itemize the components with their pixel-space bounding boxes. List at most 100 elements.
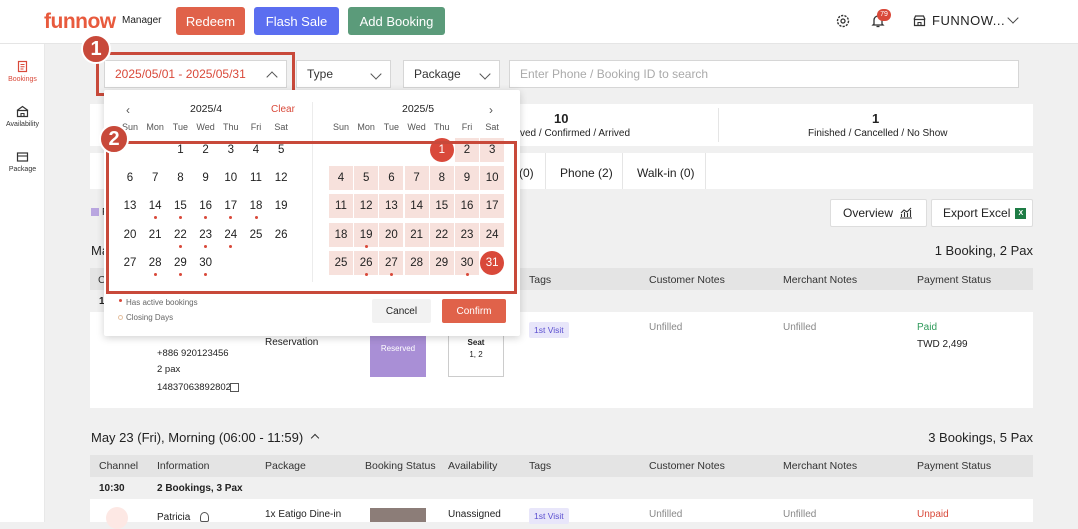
legend-active-label: Has active bookings	[126, 298, 198, 307]
callout-box-2	[106, 141, 517, 294]
package-name: 1x Eatigo Dine-in	[265, 509, 342, 520]
store-icon	[16, 105, 29, 118]
pax-count: 2 pax	[157, 364, 181, 375]
customer-name: Patricia	[157, 512, 191, 523]
legend-dot-closing	[118, 315, 123, 320]
package-icon	[16, 152, 29, 162]
column-header: Tags	[529, 460, 552, 472]
package-select-label: Package	[414, 67, 461, 81]
type-select[interactable]: Type	[296, 60, 391, 88]
customer-notes: Unfilled	[649, 322, 683, 333]
availability-status: Unassigned	[448, 509, 501, 520]
column-header: Availability	[448, 460, 498, 472]
bookings-icon	[17, 60, 28, 73]
sidebar-label: Package	[8, 166, 37, 173]
weekday-label: Wed	[407, 122, 426, 132]
tab-divider	[545, 153, 546, 189]
calendar-month-right: 2025/5	[402, 103, 435, 115]
table-header	[90, 455, 1033, 477]
section-summary: 3 Bookings, 5 Pax	[928, 430, 1033, 445]
sidebar-item-bookings[interactable]: Bookings	[0, 60, 45, 83]
seat-label: Seat	[467, 338, 485, 347]
excel-icon: X	[1015, 207, 1027, 219]
weekday-label: Sat	[274, 122, 288, 132]
sidebar-label: Availability	[6, 121, 39, 128]
stat-value-finished: 1	[872, 111, 880, 126]
section-title[interactable]: May 23 (Fri), Morning (06:00 - 11:59)	[91, 430, 320, 445]
tab-divider	[705, 153, 706, 189]
weekday-label: Fri	[250, 122, 262, 132]
weekday-label: Mon	[146, 122, 164, 132]
weekday-label: Sat	[485, 122, 499, 132]
tab-walk-in[interactable]: Walk-in (0)	[637, 166, 695, 180]
weekday-label: Thu	[223, 122, 239, 132]
stat-value-confirmed: 10	[554, 111, 569, 126]
confirm-button[interactable]: Confirm	[442, 299, 506, 323]
tab-channel-partial[interactable]: (0)	[519, 166, 534, 180]
legend-closing-label: Closing Days	[126, 313, 174, 322]
prev-month-chevron-left-icon[interactable]: ‹	[126, 103, 130, 117]
sidebar-item-availability[interactable]: Availability	[0, 105, 45, 128]
time-label: 10:30	[99, 483, 125, 494]
column-header: Customer Notes	[649, 274, 725, 286]
add-booking-button[interactable]: Add Booking	[348, 7, 445, 35]
column-header: Payment Status	[917, 460, 992, 472]
weekday-label: Wed	[196, 122, 215, 132]
tag-first-visit: 1st Visit	[529, 322, 569, 338]
flash-sale-button[interactable]: Flash Sale	[254, 7, 339, 35]
legend-swatch	[91, 208, 99, 216]
cancel-button[interactable]: Cancel	[372, 299, 431, 323]
column-header: Merchant Notes	[783, 274, 858, 286]
overview-label: Overview	[843, 206, 894, 220]
chart-icon	[900, 207, 913, 219]
payment-status: Paid	[917, 322, 938, 333]
column-header: Information	[157, 460, 210, 472]
calendar-month-left: 2025/4	[190, 103, 223, 115]
merchant-notes: Unfilled	[783, 322, 817, 333]
legend-dot-active	[119, 299, 122, 302]
booking-status-badge[interactable]	[370, 508, 426, 522]
weekday-label: Tue	[172, 122, 188, 132]
section-summary: 1 Booking, 2 Pax	[934, 243, 1033, 258]
section-title-text: May 23 (Fri), Morning (06:00 - 11:59)	[91, 430, 304, 445]
column-header: Tags	[529, 274, 552, 286]
column-header: Booking Status	[365, 460, 436, 472]
notification-count-badge: 79	[877, 9, 891, 21]
column-header: Merchant Notes	[783, 460, 858, 472]
tab-phone[interactable]: Phone (2)	[560, 166, 613, 180]
brand-logo[interactable]: funnow	[44, 10, 116, 34]
weekday-label: Fri	[461, 122, 473, 132]
customer-notes: Unfilled	[649, 509, 683, 520]
clear-button[interactable]: Clear	[271, 104, 295, 115]
search-input[interactable]: Enter Phone / Booking ID to search	[509, 60, 1019, 88]
account-name[interactable]: FUNNOW...	[932, 13, 1005, 28]
seat-number: 1, 2	[469, 350, 483, 359]
package-select[interactable]: Package	[403, 60, 500, 88]
user-icon	[200, 512, 209, 522]
sidebar-item-package[interactable]: Package	[0, 150, 45, 173]
export-excel-button[interactable]: Export Excel X	[931, 199, 1033, 227]
copy-icon[interactable]	[230, 383, 239, 392]
chevron-up-icon[interactable]	[310, 433, 320, 443]
tab-divider	[622, 153, 623, 189]
weekday-label: Sun	[332, 122, 349, 132]
callout-badge-2: 2	[99, 124, 129, 154]
channel-logo-icon	[106, 507, 128, 529]
settings-gear-icon[interactable]	[835, 13, 851, 29]
column-header: Package	[265, 460, 306, 472]
type-select-label: Type	[307, 67, 334, 81]
stat-label-finished: Finished / Cancelled / No Show	[808, 128, 948, 139]
brand-subtitle: Manager	[122, 15, 162, 26]
customer-phone: +886 920123456	[157, 348, 229, 359]
package-name: Reservation	[265, 337, 319, 348]
callout-badge-1: 1	[81, 34, 111, 64]
payment-amount: TWD 2,499	[917, 339, 968, 350]
weekday-label: Mon	[357, 122, 375, 132]
group-summary: 2 Bookings, 3 Pax	[157, 483, 243, 494]
payment-status: Unpaid	[917, 509, 949, 520]
column-header: Payment Status	[917, 274, 992, 286]
column-header: Channel	[99, 460, 139, 472]
next-month-chevron-right-icon[interactable]: ›	[489, 103, 493, 117]
overview-button[interactable]: Overview	[830, 199, 927, 227]
redeem-button[interactable]: Redeem	[176, 7, 245, 35]
